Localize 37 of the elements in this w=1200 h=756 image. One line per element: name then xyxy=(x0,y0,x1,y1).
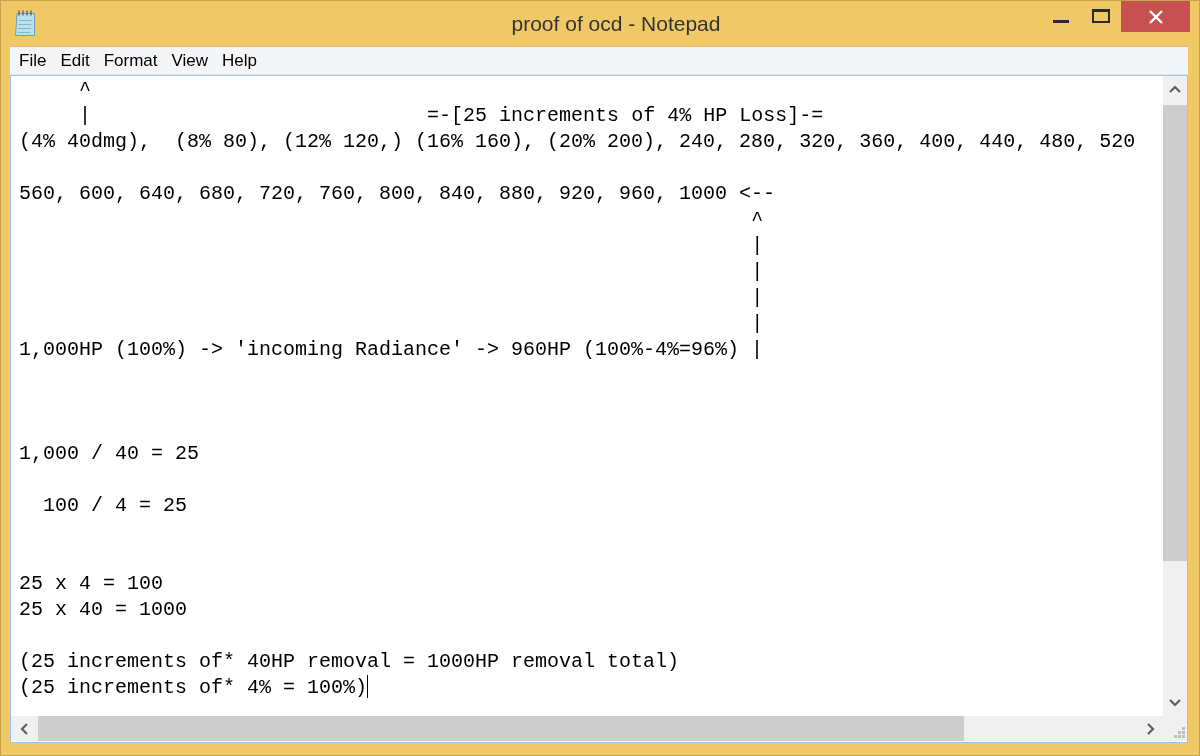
maximize-icon xyxy=(1091,9,1110,23)
menu-item[interactable]: Edit xyxy=(53,48,97,73)
chevron-up-icon xyxy=(1169,85,1181,93)
text-line: ^ xyxy=(79,78,92,101)
text-line: (4% 40dmg), (8% 80), (12% 120,) (16% 160), (20% 200), 240, 280, 320, 360, 400, 440, 480, 520 xyxy=(19,130,1136,153)
text-line: | xyxy=(751,286,764,309)
horizontal-scrollbar[interactable] xyxy=(11,716,1163,741)
menu-item[interactable]: View xyxy=(164,48,216,73)
text-line: | xyxy=(751,260,764,283)
scroll-thumb[interactable] xyxy=(1163,105,1187,561)
text-line: | xyxy=(79,104,92,127)
close-icon xyxy=(1148,10,1163,24)
close-button[interactable] xyxy=(1121,1,1190,32)
menu-item[interactable]: Format xyxy=(96,48,165,73)
vertical-scrollbar[interactable] xyxy=(1163,76,1187,716)
text-line: 100 / 4 = 25 xyxy=(43,494,188,517)
notepad-icon xyxy=(14,10,36,36)
text-line: (25 increments of* 40HP removal = 1000HP removal total) xyxy=(19,650,680,673)
text-line: 1,000HP (100%) -> 'incoming Radiance' -> 960HP (100%-4%=96%) | xyxy=(19,338,764,361)
text-line: | xyxy=(751,312,764,335)
chevron-down-icon xyxy=(1169,699,1181,707)
text-line: 560, 600, 640, 680, 720, 760, 800, 840, 880, 920, 960, 1000 <-- xyxy=(19,182,776,205)
menu-item[interactable]: Help xyxy=(215,48,265,73)
menu-item[interactable]: File xyxy=(12,48,54,73)
text-line: ^ xyxy=(751,208,764,231)
chevron-right-icon xyxy=(1146,722,1155,735)
window-title: proof of ocd - Notepad xyxy=(511,11,721,36)
minimize-icon xyxy=(1053,20,1069,23)
text-line: (25 increments of* 4% = 100%) xyxy=(19,676,368,699)
text-line: 25 x 40 = 1000 xyxy=(19,598,188,621)
scroll-thumb[interactable] xyxy=(38,716,964,741)
text-line: 1,000 / 40 = 25 xyxy=(19,442,200,465)
chevron-left-icon xyxy=(19,722,28,735)
text-line: | xyxy=(751,234,764,257)
text-line: =-[25 increments of 4% HP Loss]-= xyxy=(427,104,824,127)
text-line: 25 x 4 = 100 xyxy=(19,572,164,595)
size-grip-icon[interactable] xyxy=(1174,727,1185,738)
